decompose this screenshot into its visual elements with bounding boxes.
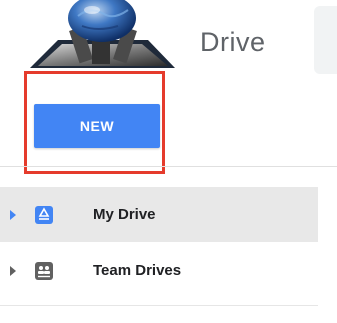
sidebar-item-label: My Drive	[93, 206, 156, 223]
expand-arrow-icon[interactable]	[8, 264, 18, 278]
team-drives-icon	[33, 260, 55, 282]
new-button[interactable]: NEW	[34, 104, 160, 148]
divider	[0, 166, 337, 167]
my-drive-icon	[33, 204, 55, 226]
sidebar-item-team-drives[interactable]: Team Drives	[0, 243, 318, 298]
globe-logo-icon[interactable]	[30, 0, 175, 70]
drive-app: Drive NEW My Drive Team Drives	[0, 0, 337, 323]
app-title: Drive	[200, 27, 266, 57]
sidebar-item-my-drive[interactable]: My Drive	[0, 187, 318, 242]
divider	[0, 305, 318, 306]
search-bar[interactable]	[314, 6, 337, 74]
sidebar-item-label: Team Drives	[93, 262, 182, 279]
expand-arrow-icon[interactable]	[8, 208, 18, 222]
